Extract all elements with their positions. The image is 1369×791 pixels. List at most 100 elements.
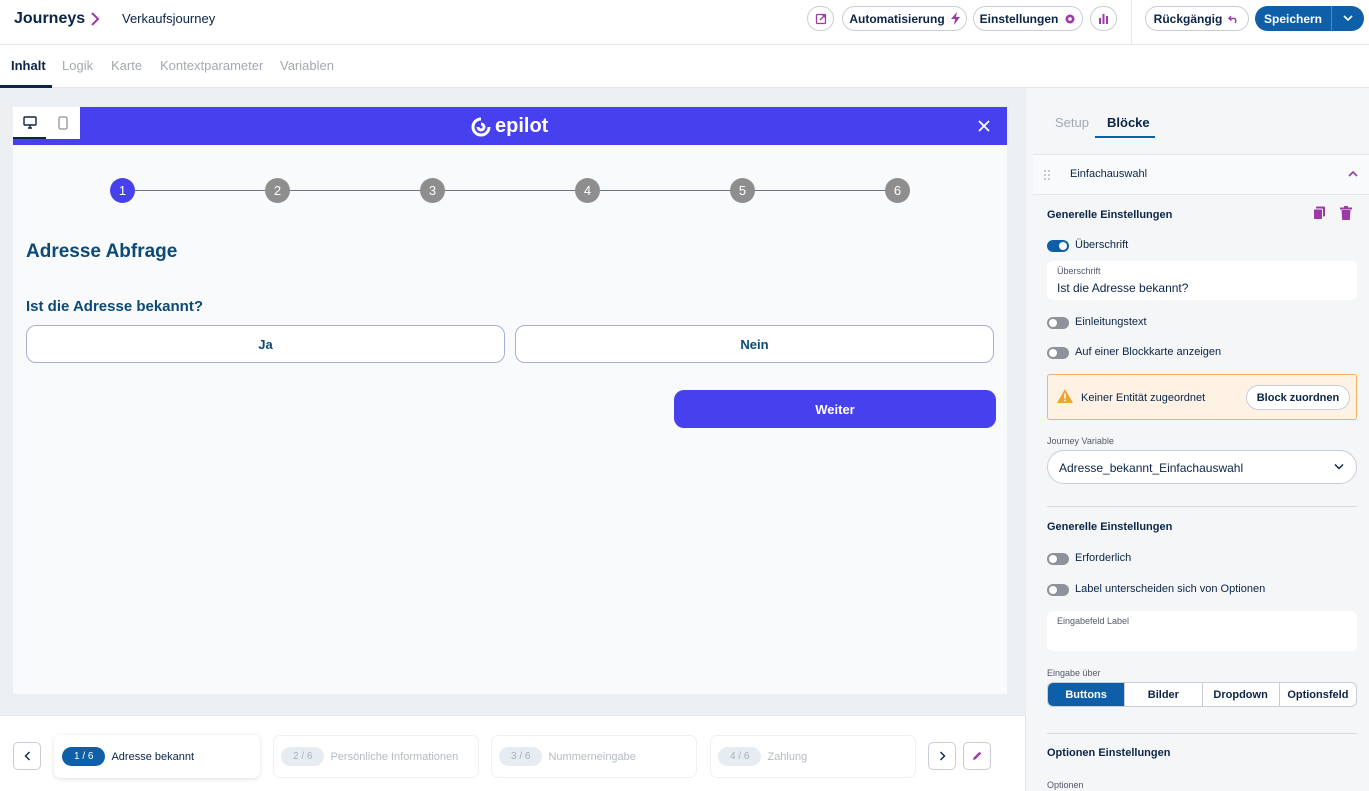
save-options-button[interactable] [1332,6,1364,31]
warning-text: Keiner Entität zugeordnet [1081,392,1206,404]
heading-field-value: Ist die Adresse bekannt? [1057,281,1189,295]
tab-inhalt[interactable]: Inhalt [11,58,46,73]
step-card-label: Nummerneingabe [548,750,636,763]
input-via-dropdown[interactable]: Dropdown [1203,683,1280,706]
step-connector [135,190,265,191]
chevron-left-icon [24,751,30,761]
step-count-badge: 4 / 6 [718,747,762,766]
tab-variablen[interactable]: Variablen [280,58,334,73]
journey-variable-label: Journey Variable [1047,436,1114,446]
input-via-radio[interactable]: Optionsfeld [1280,683,1356,706]
step-title: Adresse Abfrage [26,241,178,262]
input-via-buttons[interactable]: Buttons [1048,683,1126,706]
header-divider [1131,0,1132,45]
option-ja-button[interactable]: Ja [26,325,505,363]
close-icon[interactable] [976,118,992,134]
block-name: Einfachauswahl [1070,168,1148,180]
assign-block-button[interactable]: Block zuordnen [1246,385,1350,410]
step-count-badge: 3 / 6 [499,747,543,766]
trash-icon[interactable] [1340,206,1352,220]
step-card-label: Persönliche Informationen [330,750,459,763]
label-differs-toggle-label: Label unterscheiden sich von Optionen [1075,583,1266,595]
step-card-label: Adresse bekannt [111,750,195,763]
settings-button[interactable]: Einstellungen [973,6,1083,31]
blockmap-toggle-label: Auf einer Blockkarte anzeigen [1075,346,1222,358]
journey-preview: epilot 1 2 3 4 5 6 Adresse Abfrage Ist d… [13,107,1007,694]
step-indicator-6[interactable]: 6 [885,178,910,203]
step-card-2[interactable]: 2 / 6 Persönliche Informationen [273,735,479,778]
mobile-view-button[interactable] [46,107,79,139]
block-header[interactable]: Einfachauswahl [1033,154,1369,195]
heading-toggle-label: Überschrift [1075,239,1129,251]
step-connector [290,190,420,191]
options-settings-title: Optionen Einstellungen [1047,747,1171,759]
pencil-icon [973,751,982,760]
brand-title[interactable]: Journeys [14,10,85,28]
desktop-view-button[interactable] [13,107,46,139]
section-divider [1047,506,1357,507]
question-heading: Ist die Adresse bekannt? [26,298,203,315]
bar-chart-icon [1099,14,1108,24]
input-label-field-label: Eingabefeld Label [1057,616,1130,626]
heading-toggle[interactable] [1047,240,1069,252]
options-label: Optionen [1047,780,1084,790]
tab-setup[interactable]: Setup [1055,115,1089,130]
save-split-button: Speichern [1255,6,1364,31]
open-external-button[interactable] [807,6,834,31]
next-button[interactable]: Weiter [674,390,996,428]
blockmap-toggle[interactable] [1047,347,1069,359]
input-via-images[interactable]: Bilder [1125,683,1203,706]
step-card-3[interactable]: 3 / 6 Nummerneingabe [491,735,697,778]
chevron-right-icon [939,751,945,761]
copy-icon[interactable] [1313,206,1326,220]
settings-label: Einstellungen [979,11,1059,26]
tab-karte[interactable]: Karte [111,58,142,73]
step-indicator-1[interactable]: 1 [110,178,135,203]
prev-step-button[interactable] [13,742,41,770]
intro-text-toggle[interactable] [1047,317,1069,329]
tab-logik[interactable]: Logik [62,58,93,73]
edit-steps-button[interactable] [963,742,991,770]
external-link-icon [815,13,826,24]
step-indicator-3[interactable]: 3 [420,178,445,203]
entity-warning: Keiner Entität zugeordnet Block zuordnen [1047,374,1357,420]
chevron-down-icon [1334,463,1344,470]
step-count-badge: 1 / 6 [62,747,106,766]
progress-stepper: 1 2 3 4 5 6 [110,178,910,204]
mobile-icon [57,116,68,130]
required-toggle[interactable] [1047,553,1069,565]
save-button[interactable]: Speichern [1255,6,1332,31]
step-connector [755,190,885,191]
section-divider [1047,733,1357,734]
general-settings-title: Generelle Einstellungen [1047,209,1173,221]
desktop-icon [22,115,37,129]
tab-bloecke[interactable]: Blöcke [1107,115,1150,130]
next-step-button[interactable] [928,742,956,770]
input-label-field[interactable]: Eingabefeld Label [1047,611,1357,651]
app-header: Journeys Verkaufsjourney Automatisierung… [0,0,1369,45]
step-indicator-5[interactable]: 5 [730,178,755,203]
step-card-label: Zahlung [767,750,808,763]
drag-handle-icon[interactable] [1043,169,1051,181]
step-indicator-4[interactable]: 4 [575,178,600,203]
step-card-1[interactable]: 1 / 6 Adresse bekannt [54,735,260,778]
heading-field[interactable]: Überschrift Ist die Adresse bekannt? [1047,261,1357,300]
analytics-button[interactable] [1090,6,1117,31]
option-nein-button[interactable]: Nein [515,325,994,363]
general-settings-title-2: Generelle Einstellungen [1047,521,1173,533]
automation-button[interactable]: Automatisierung [842,6,967,31]
step-indicator-2[interactable]: 2 [265,178,290,203]
preview-topbar: epilot [13,107,1007,145]
epilot-logo-icon [471,117,491,136]
step-connector [600,190,730,191]
label-differs-toggle[interactable] [1047,584,1069,596]
step-card-4[interactable]: 4 / 6 Zahlung [710,735,916,778]
required-toggle-label: Erforderlich [1075,552,1132,564]
active-tab-indicator [1095,136,1155,138]
journey-variable-select[interactable]: Adresse_bekannt_Einfachauswahl [1047,450,1357,484]
undo-button[interactable]: Rückgängig [1145,6,1249,31]
undo-icon [1228,15,1237,23]
tab-kontextparameter[interactable]: Kontextparameter [160,58,263,73]
journey-name: Verkaufsjourney [122,11,216,26]
chevron-up-icon[interactable] [1347,169,1359,179]
